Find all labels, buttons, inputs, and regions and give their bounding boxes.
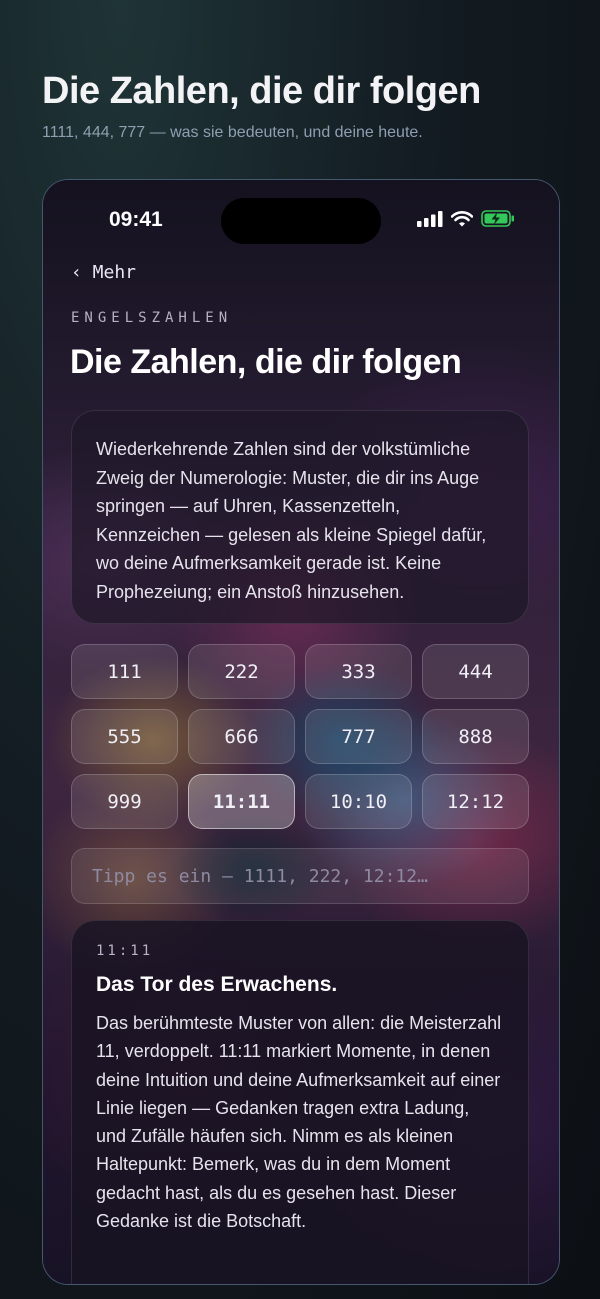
section-eyebrow: ENGELSZAHLEN [71,310,233,326]
phone-frame: 09:41 ‹ Mehr ENGELSZAHLEN Die Zahlen, di… [42,179,560,1285]
number-button[interactable]: 888 [422,709,529,764]
wifi-icon [451,210,473,226]
number-button[interactable]: 444 [422,644,529,699]
number-button[interactable]: 222 [188,644,295,699]
number-button[interactable]: 999 [71,774,178,829]
number-button[interactable]: 777 [305,709,412,764]
page-title: Die Zahlen, die dir folgen [70,343,462,381]
signal-icon [417,210,443,227]
battery-charging-icon [481,210,514,227]
number-button[interactable]: 10:10 [305,774,412,829]
dynamic-island [221,198,381,244]
number-search-input[interactable] [90,864,510,888]
hero-subtitle: 1111, 444, 777 — was sie bedeuten, und d… [42,124,423,141]
status-time: 09:41 [109,208,163,231]
number-button[interactable]: 111 [71,644,178,699]
intro-text: Wiederkehrende Zahlen sind der volkstüml… [96,439,487,602]
back-button[interactable]: ‹ Mehr [71,262,136,283]
meaning-card: 11:11 Das Tor des Erwachens. Das berühmt… [71,920,529,1284]
meaning-body: Das berühmteste Muster von allen: die Me… [96,1013,502,1232]
meaning-code: 11:11 [96,943,154,959]
intro-card: Wiederkehrende Zahlen sind der volkstüml… [71,410,529,624]
number-button[interactable]: 666 [188,709,295,764]
status-icons [417,210,515,227]
number-button[interactable]: 555 [71,709,178,764]
number-search-field[interactable] [71,848,529,904]
number-button[interactable]: 12:12 [422,774,529,829]
number-grid: 111 222 333 444 555 666 777 888 999 11:1… [71,644,530,829]
number-button-selected[interactable]: 11:11 [188,774,295,829]
number-button[interactable]: 333 [305,644,412,699]
meaning-title: Das Tor des Erwachens. [96,973,338,996]
hero-title: Die Zahlen, die dir folgen [42,70,481,112]
